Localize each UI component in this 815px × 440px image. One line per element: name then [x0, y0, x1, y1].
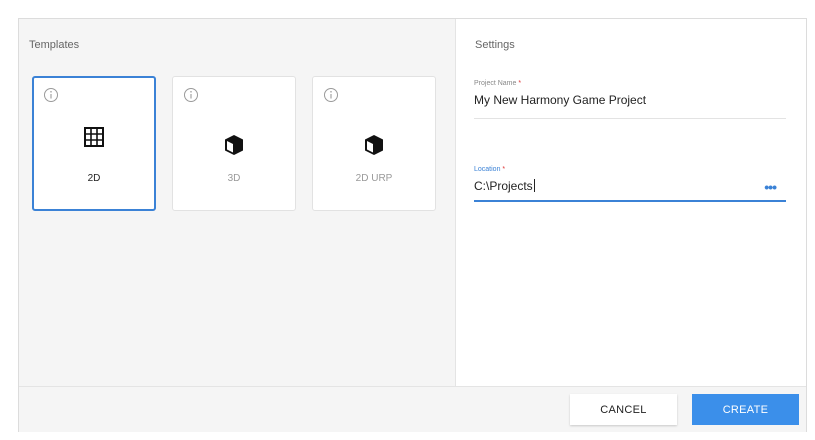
template-label: 2D URP	[355, 173, 393, 184]
template-card-2d[interactable]: 2D	[32, 76, 156, 211]
project-name-value[interactable]: My New Harmony Game Project	[474, 93, 786, 109]
dialog-footer: CANCEL CREATE	[19, 386, 806, 432]
info-icon[interactable]	[323, 87, 339, 103]
settings-title: Settings	[475, 39, 515, 51]
new-project-dialog: Templates 2D 3D 2D URP Settings Project …	[18, 18, 807, 432]
location-input[interactable]: C:\Projects	[474, 179, 786, 195]
info-icon[interactable]	[183, 87, 199, 103]
project-name-field[interactable]: Project Name * My New Harmony Game Proje…	[474, 79, 786, 119]
cube-icon	[225, 135, 243, 155]
project-name-underline	[474, 118, 786, 119]
grid-icon	[84, 127, 104, 147]
cancel-button[interactable]: CANCEL	[570, 394, 677, 425]
location-field[interactable]: Location * C:\Projects •••	[474, 165, 786, 202]
location-label: Location *	[474, 166, 506, 173]
template-label: 3D	[227, 173, 241, 184]
location-underline	[474, 200, 786, 202]
template-card-2d-urp[interactable]: 2D URP	[312, 76, 436, 211]
templates-title: Templates	[29, 39, 80, 51]
settings-panel: Settings Project Name * My New Harmony G…	[456, 19, 806, 386]
info-icon[interactable]	[43, 87, 59, 103]
browse-button[interactable]: •••	[764, 179, 777, 195]
project-name-label: Project Name *	[474, 80, 522, 87]
templates-panel: Templates 2D 3D 2D URP	[19, 19, 456, 386]
template-card-3d[interactable]: 3D	[172, 76, 296, 211]
create-button[interactable]: CREATE	[692, 394, 799, 425]
template-label: 2D	[87, 173, 101, 184]
text-caret	[533, 179, 535, 192]
cube-icon	[365, 135, 383, 155]
